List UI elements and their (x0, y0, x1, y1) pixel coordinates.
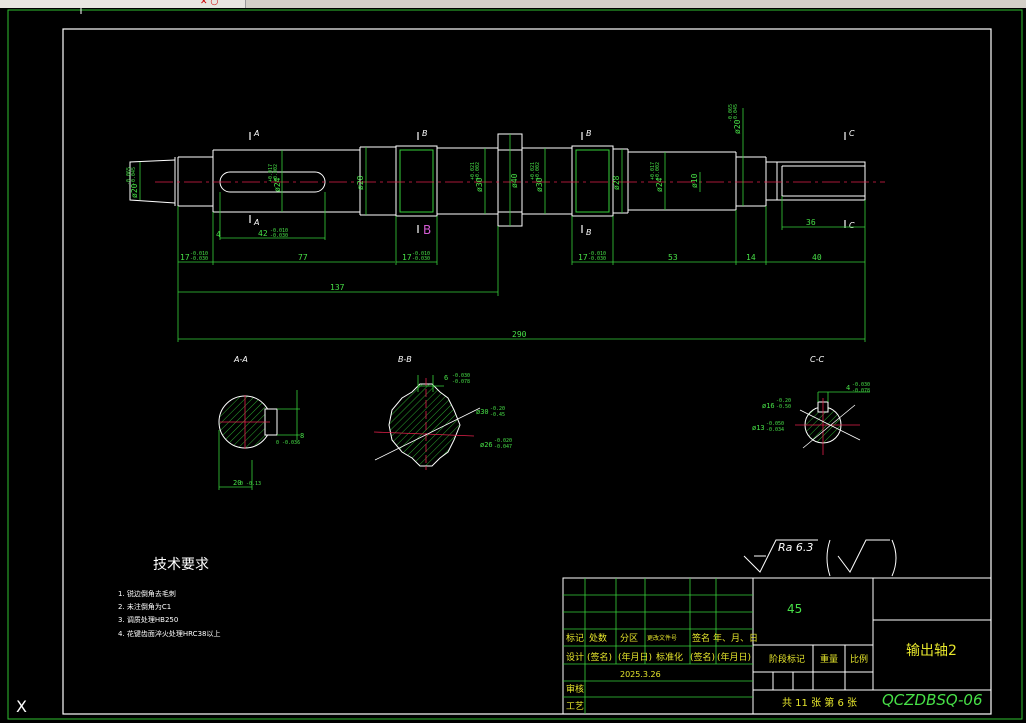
len-4: 4 (216, 230, 221, 239)
toolbar-icons[interactable]: ✕ ○ (200, 0, 218, 7)
title-block-row2: 设计 (签名) (年月日) 标准化 (签名) (年月日) 阶段标记 重量 比例 (566, 651, 868, 665)
len-40: 40 (812, 253, 822, 262)
tb-cell: 分区 (620, 633, 638, 644)
tb-cell: 设计 (566, 651, 584, 663)
tb-cell: 签名 (692, 632, 710, 644)
cut-b2-bottom: B (586, 228, 592, 237)
title-block-inner-grid (563, 578, 753, 714)
cc-d13: ø13 (752, 424, 765, 432)
tb-cell: 更改文件号 (647, 634, 677, 642)
note-item: 2. 未注倒角为C1 (118, 602, 171, 611)
tb-cell: (签名) (587, 651, 612, 663)
len-17b: 17 (402, 253, 412, 262)
dia-d20b-tol-lo: -0.045 (733, 104, 739, 122)
notes-heading: 技术要求 (153, 557, 209, 573)
cc-key-tol-lo: -0.078 (852, 388, 870, 394)
aa-width: 8 (300, 432, 304, 440)
cc-d13-tol-lo: -0.034 (766, 427, 784, 433)
len-290: 290 (512, 330, 527, 339)
tb-stage-label: 阶段标记 (769, 653, 805, 665)
len-key-tol-lo: -0.030 (270, 233, 288, 239)
length-labels: 4 42 -0.010 -0.030 17 -0.010 -0.030 77 1… (180, 218, 822, 339)
tb-cell: 年、月、日 (713, 632, 758, 644)
notes-list: 1. 锐边倒角去毛刺 2. 未注倒角为C1 3. 调质处理HB250 4. 花键… (118, 589, 220, 638)
bb-key: 6 (444, 374, 448, 382)
tb-process-label: 工艺 (566, 701, 584, 712)
material-value: 45 (787, 602, 802, 616)
dia-d10-label: ø10 (690, 173, 699, 188)
outer-border (7, 9, 1023, 720)
dia-d20-tol-lo: -0.045 (131, 167, 137, 185)
part-name: 输出轴2 (906, 643, 957, 659)
len-77: 77 (298, 253, 308, 262)
len-14: 14 (746, 253, 756, 262)
cut-b1-bottom: B (423, 223, 431, 237)
len-key: 42 (258, 229, 268, 238)
len-137: 137 (330, 283, 345, 292)
dia-d28-label: ø28 (356, 175, 365, 190)
window-top-strip: ✕ ○ (0, 0, 1026, 8)
tb-cell: (签名) (690, 651, 715, 663)
drawing-number: QCZDBSQ-06 (882, 691, 983, 709)
cad-drawing-canvas[interactable]: ø20 -0.065 -0.045 ø24 +0.017 +0.002 ø28 … (0, 8, 1026, 723)
section-cut-marks (249, 132, 846, 233)
bb-d30-tol-lo: -0.45 (490, 412, 505, 418)
cc-d16-tol-lo: -0.50 (776, 404, 791, 410)
section-cut-letters: A A B B B C C (253, 129, 855, 237)
section-bb-view (373, 375, 481, 470)
tb-cell: 标记 (566, 632, 584, 644)
bb-d30: ø30 (476, 408, 489, 416)
cut-b1-top: B (422, 129, 428, 138)
roughness-ra: Ra 6.3 (778, 541, 813, 554)
len-17a: 17 (180, 253, 190, 262)
len-36: 36 (806, 218, 816, 227)
note-item: 4. 花键齿面淬火处理HRC38以上 (118, 629, 220, 638)
ucs-cursor-mark: X (16, 697, 27, 716)
tb-cell: 处数 (589, 632, 607, 644)
diameter-labels: ø20 -0.065 -0.045 ø24 +0.017 +0.002 ø28 … (126, 104, 742, 198)
bb-d26-tol-lo: -0.047 (494, 444, 512, 450)
len-17b-tol-lo: -0.030 (412, 256, 430, 262)
dia-d24b-tol-lo: +0.002 (655, 162, 661, 180)
tb-review-label: 审核 (566, 683, 584, 695)
len-17c-tol-lo: -0.030 (588, 256, 606, 262)
cut-c-bottom: C (849, 221, 855, 230)
tb-cell: 标准化 (656, 651, 683, 663)
len-17c: 17 (578, 253, 588, 262)
note-item: 1. 锐边倒角去毛刺 (118, 589, 176, 598)
tb-sheets: 共 11 张 第 6 张 (782, 696, 857, 709)
section-bb-title: B-B (398, 355, 412, 364)
title-block-row1: 标记 处数 分区 更改文件号 签名 年、月、日 (566, 632, 758, 644)
tb-cell: (年月日) (717, 651, 751, 663)
roughness-symbols (743, 539, 897, 577)
tb-weight-label: 重量 (820, 653, 838, 665)
cut-b2-top: B (586, 129, 592, 138)
bb-d26: ø26 (480, 441, 493, 449)
section-aa-title: A-A (233, 355, 248, 364)
len-53: 53 (668, 253, 678, 262)
cc-d16: ø16 (762, 402, 775, 410)
dia-d30b-tol-lo: +0.002 (535, 162, 541, 180)
dia-d30-tol-lo: +0.002 (475, 162, 481, 180)
shaft-outline (129, 133, 866, 227)
cut-a-top: A (253, 129, 259, 138)
aa-height-tol: 0 -0.13 (240, 481, 261, 487)
dia-d28b-label: ø28 (612, 175, 621, 190)
dia-d24-tol-lo: +0.002 (273, 164, 279, 182)
cut-a-bottom: A (253, 218, 259, 227)
dia-d40-label: ø40 (510, 173, 519, 188)
len-17a-tol-lo: -0.030 (190, 256, 208, 262)
tb-scale-label: 比例 (850, 653, 868, 665)
section-cc-view (795, 391, 870, 455)
cut-c-top: C (849, 129, 855, 138)
note-item: 3. 调质处理HB250 (118, 615, 178, 624)
section-cc-title: C-C (810, 355, 824, 364)
bb-key-tol-lo: -0.078 (452, 379, 470, 385)
tb-cell: (年月日) (618, 651, 652, 663)
aa-width-tol: 0 -0.036 (276, 440, 300, 446)
tb-date: 2025.3.26 (620, 670, 661, 679)
cc-key: 4 (846, 384, 850, 392)
